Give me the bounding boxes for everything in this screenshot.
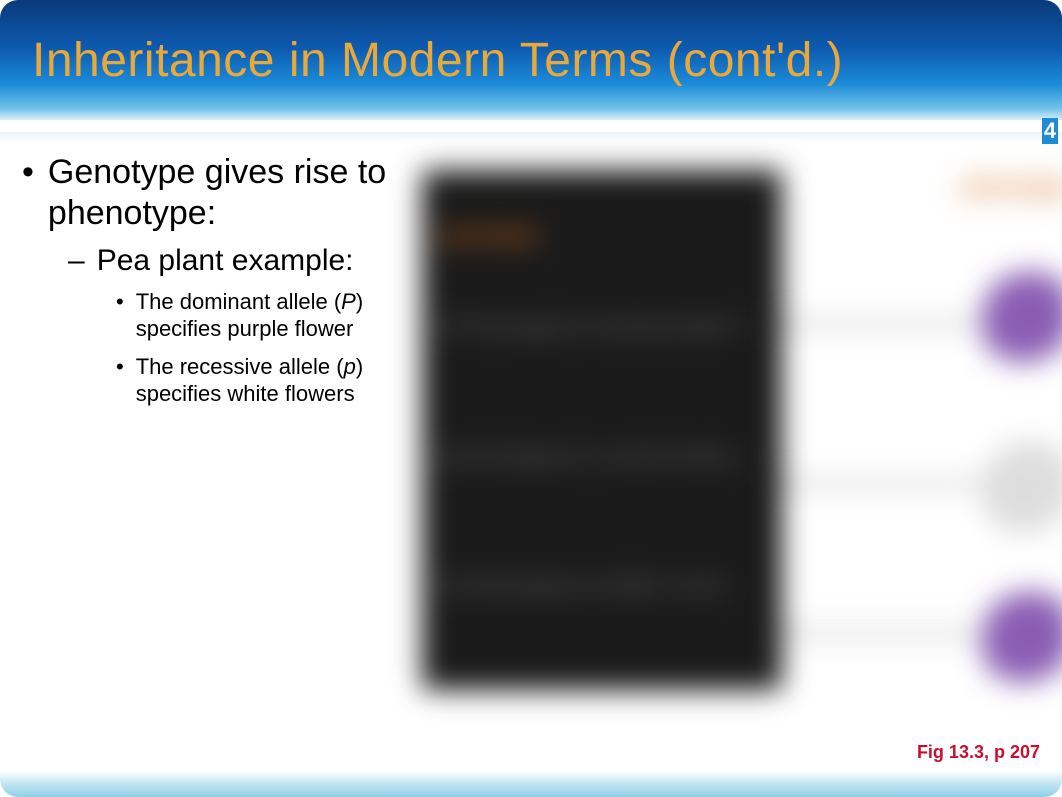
bullet-level-3-b: • The recessive allele (p) specifies whi… (116, 353, 402, 408)
slide-frame: Inheritance in Modern Terms (cont'd.) 4 … (0, 0, 1062, 797)
slide-title: Inheritance in Modern Terms (cont'd.) (32, 33, 843, 88)
flower-purple-icon (982, 272, 1062, 362)
blurred-figure: genotype PP homozygous for dominant alle… (422, 152, 1042, 712)
bullet-level-1: • Genotype gives rise to phenotype: (20, 152, 402, 234)
bullet-dash-icon: – (68, 244, 85, 278)
bullet-l1-text: Genotype gives rise to phenotype: (48, 152, 402, 234)
l3b-em: p (344, 354, 356, 379)
l3a-pre: The dominant allele ( (136, 289, 341, 314)
faint-band (0, 132, 1062, 142)
bullet-dot-icon: • (116, 288, 124, 316)
bullet-level-2: – Pea plant example: (68, 244, 402, 278)
separator-band (0, 120, 1062, 132)
arrow-icon (782, 632, 982, 635)
bullet-l3b-text: The recessive allele (p) specifies white… (136, 353, 402, 408)
bottom-band (0, 771, 1062, 797)
figure-row-3: Pp heterozygous for alleles P and p (442, 573, 762, 598)
figure-caption: Fig 13.3, p 207 (917, 742, 1040, 763)
arrow-icon (782, 322, 982, 325)
l3b-pre: The recessive allele ( (136, 354, 344, 379)
figure-header-right: phenotype (962, 174, 1062, 204)
figure-row-1: PP homozygous for dominant allele P (442, 315, 762, 340)
title-bar: Inheritance in Modern Terms (cont'd.) (0, 0, 1062, 120)
arrow-icon (782, 482, 982, 485)
page-marker: 4 (1042, 118, 1058, 144)
flower-white-icon (982, 442, 1062, 532)
figure-column: genotype PP homozygous for dominant alle… (412, 152, 1042, 732)
bullet-l3a-text: The dominant allele (P) specifies purple… (136, 288, 402, 343)
flower-purple-icon (982, 592, 1062, 682)
bullet-dot-icon: • (22, 152, 34, 193)
l3a-em: P (341, 289, 356, 314)
text-column: • Genotype gives rise to phenotype: – Pe… (20, 152, 412, 732)
bullet-l2-text: Pea plant example: (97, 244, 354, 278)
bullet-level-3-a: • The dominant allele (P) specifies purp… (116, 288, 402, 343)
figure-box: genotype PP homozygous for dominant alle… (422, 170, 782, 690)
bullet-dot-icon: • (116, 353, 124, 381)
figure-header-left: genotype (442, 222, 762, 252)
content-area: • Genotype gives rise to phenotype: – Pe… (0, 142, 1062, 732)
figure-row-2: pp homozygous for recessive allele p (442, 444, 762, 469)
